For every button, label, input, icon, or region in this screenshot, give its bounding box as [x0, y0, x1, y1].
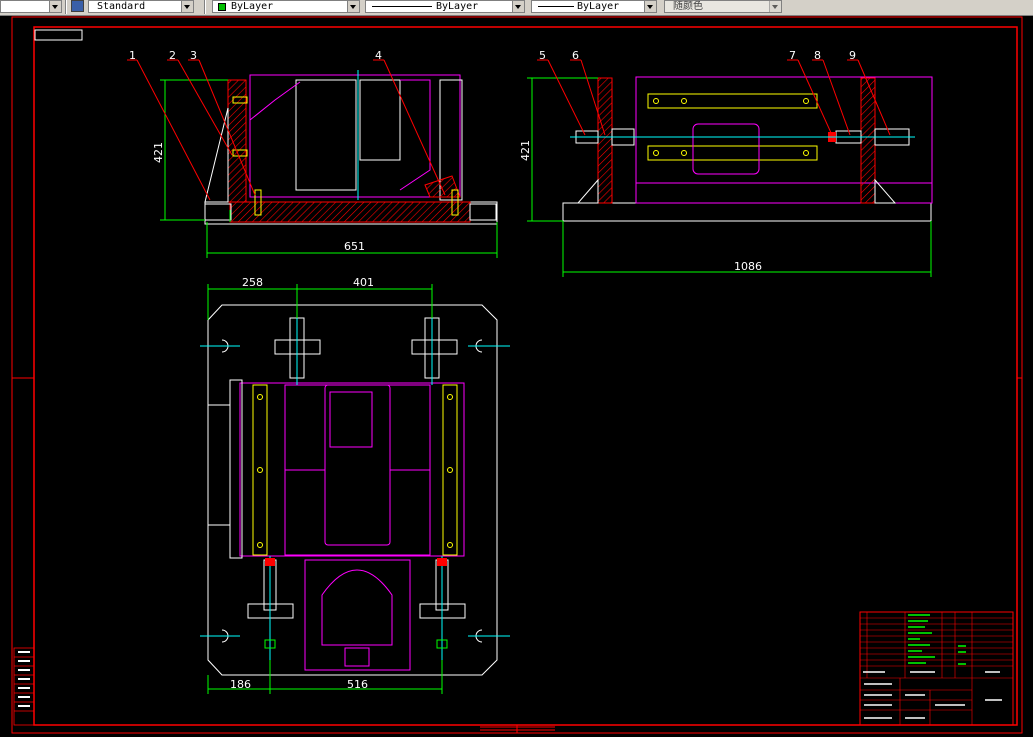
linetype-control-value: ByLayer — [436, 1, 479, 12]
dim-side-height: 421 — [519, 140, 532, 161]
chevron-down-icon[interactable] — [347, 1, 359, 12]
plot-style-value: 随颜色 — [673, 1, 703, 12]
balloon-8: 8 — [814, 49, 821, 62]
linetype-control-select[interactable]: ByLayer — [365, 0, 525, 13]
chevron-down-icon[interactable] — [512, 1, 524, 12]
chevron-down-icon[interactable] — [181, 1, 193, 12]
balloon-7: 7 — [789, 49, 796, 62]
balloon-3: 3 — [190, 49, 197, 62]
color-control-select[interactable]: ByLayer — [212, 0, 360, 13]
chevron-down-icon[interactable] — [644, 1, 656, 12]
color-control-value: ByLayer — [231, 1, 274, 12]
balloon-4: 4 — [375, 49, 382, 62]
balloon-5: 5 — [539, 49, 546, 62]
balloon-2: 2 — [169, 49, 176, 62]
toolbar-separator — [65, 0, 67, 14]
chevron-down-icon[interactable] — [49, 1, 61, 12]
lineweight-sample-icon — [538, 6, 574, 7]
dim-bottom-middle: 516 — [347, 678, 368, 691]
balloon-9: 9 — [849, 49, 856, 62]
dim-side-width: 1086 — [734, 260, 762, 273]
toolbar-separator — [204, 0, 206, 14]
dim-top-left: 258 — [242, 276, 263, 289]
front-view — [204, 70, 498, 225]
plot-style-control-select: 随颜色 — [664, 0, 782, 13]
text-style-icon[interactable] — [71, 0, 84, 12]
dim-front-width: 651 — [344, 240, 365, 253]
balloon-1: 1 — [129, 49, 136, 62]
dim-top-middle: 401 — [353, 276, 374, 289]
top-view — [200, 300, 510, 676]
drawing-canvas[interactable]: 1 2 3 4 5 6 7 8 9 421 651 421 1086 258 4… — [0, 15, 1033, 737]
side-view — [562, 76, 933, 222]
lineweight-control-value: ByLayer — [577, 1, 620, 12]
properties-toolbar: Standard ByLayer ByLayer ByLayer 随颜色 — [0, 0, 1033, 16]
balloon-6: 6 — [572, 49, 579, 62]
toolbar-left-combo[interactable] — [0, 0, 62, 13]
text-style-value: Standard — [97, 1, 146, 12]
linetype-sample-icon — [372, 6, 432, 7]
dim-front-height: 421 — [152, 142, 165, 163]
title-block — [859, 611, 1014, 726]
side-stamp-table — [13, 647, 35, 726]
text-style-select[interactable]: Standard — [88, 0, 194, 13]
label-box — [34, 29, 83, 41]
color-swatch-icon — [218, 3, 226, 11]
lineweight-control-select[interactable]: ByLayer — [531, 0, 657, 13]
dim-bottom-left: 186 — [230, 678, 251, 691]
chevron-down-icon — [769, 1, 781, 12]
